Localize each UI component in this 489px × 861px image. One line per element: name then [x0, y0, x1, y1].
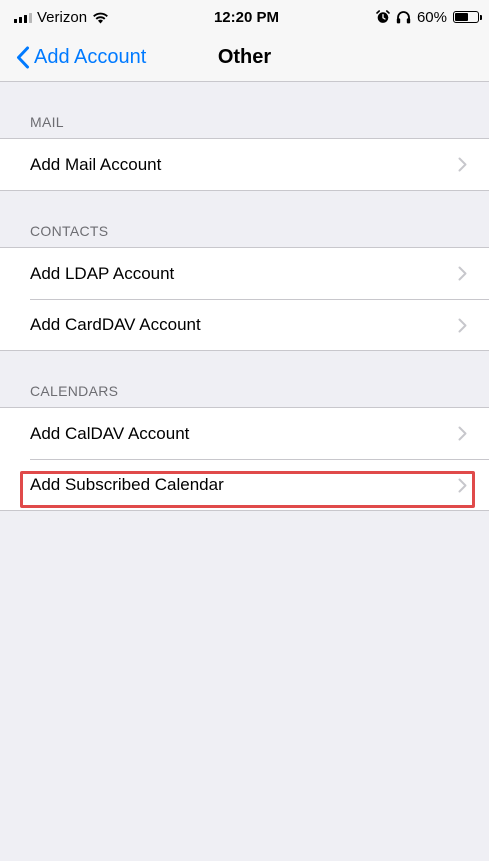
status-time: 12:20 PM — [213, 8, 280, 26]
row-label: Add CalDAV Account — [30, 423, 190, 443]
row-add-mail-account[interactable]: Add Mail Account — [30, 139, 489, 190]
row-label: Add LDAP Account — [30, 263, 175, 283]
section-header-mail: MAIL — [30, 114, 64, 130]
row-label: Add Mail Account — [30, 154, 162, 174]
group-contacts: Add LDAP Account Add CardDAV Account — [0, 247, 489, 351]
headphones-icon — [396, 11, 411, 24]
status-left: Verizon — [14, 9, 184, 26]
signal-icon — [14, 12, 32, 23]
group-mail: Add Mail Account — [0, 138, 489, 191]
battery-fill — [455, 13, 469, 21]
row-add-caldav-account[interactable]: Add CalDAV Account — [30, 408, 489, 459]
battery-icon — [453, 11, 482, 23]
row-label: Add Subscribed Calendar — [30, 475, 224, 494]
status-right: 60% — [309, 8, 482, 26]
section-header-contacts: CONTACTS — [30, 223, 109, 239]
status-bar: Verizon 12:20 PM 60% — [0, 0, 489, 34]
group-calendars: Add CalDAV Account Add Subscribed Calend… — [0, 407, 489, 511]
alarm-icon — [376, 10, 390, 23]
row-label: Add CardDAV Account — [30, 315, 201, 334]
navigation-bar: Add Account Other — [0, 34, 489, 82]
row-add-carddav-account[interactable]: Add CardDAV Account — [30, 299, 489, 350]
section-header-calendars: CALENDARS — [30, 383, 119, 399]
wifi-icon — [93, 12, 108, 23]
chevron-right-icon — [458, 157, 467, 172]
chevron-right-icon — [458, 266, 467, 281]
chevron-right-icon — [458, 478, 467, 493]
row-add-subscribed-calendar[interactable]: Add Subscribed Calendar — [30, 459, 489, 510]
chevron-right-icon — [458, 318, 467, 333]
back-button-label: Add Account — [34, 45, 147, 68]
chevron-right-icon — [458, 426, 467, 441]
chevron-left-icon — [17, 46, 29, 68]
back-button[interactable]: Add Account — [16, 42, 146, 72]
row-add-ldap-account[interactable]: Add LDAP Account — [30, 248, 489, 299]
battery-percent: 60% — [416, 8, 447, 26]
carrier-label: Verizon — [37, 8, 88, 26]
settings-list: MAIL Add Mail Account CONTACTS Add LDAP … — [0, 82, 489, 511]
